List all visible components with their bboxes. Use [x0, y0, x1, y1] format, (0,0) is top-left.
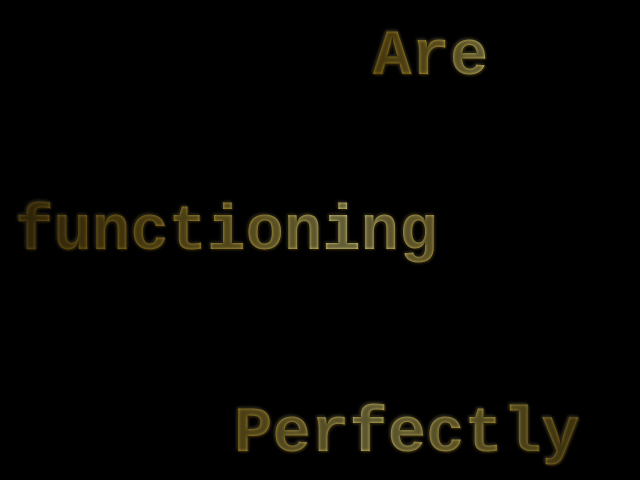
text-canvas: Are functioning Perfectly — [0, 0, 640, 480]
word-functioning: functioning — [15, 197, 438, 269]
word-perfectly: Perfectly — [234, 399, 580, 471]
word-are: Are — [373, 22, 489, 94]
